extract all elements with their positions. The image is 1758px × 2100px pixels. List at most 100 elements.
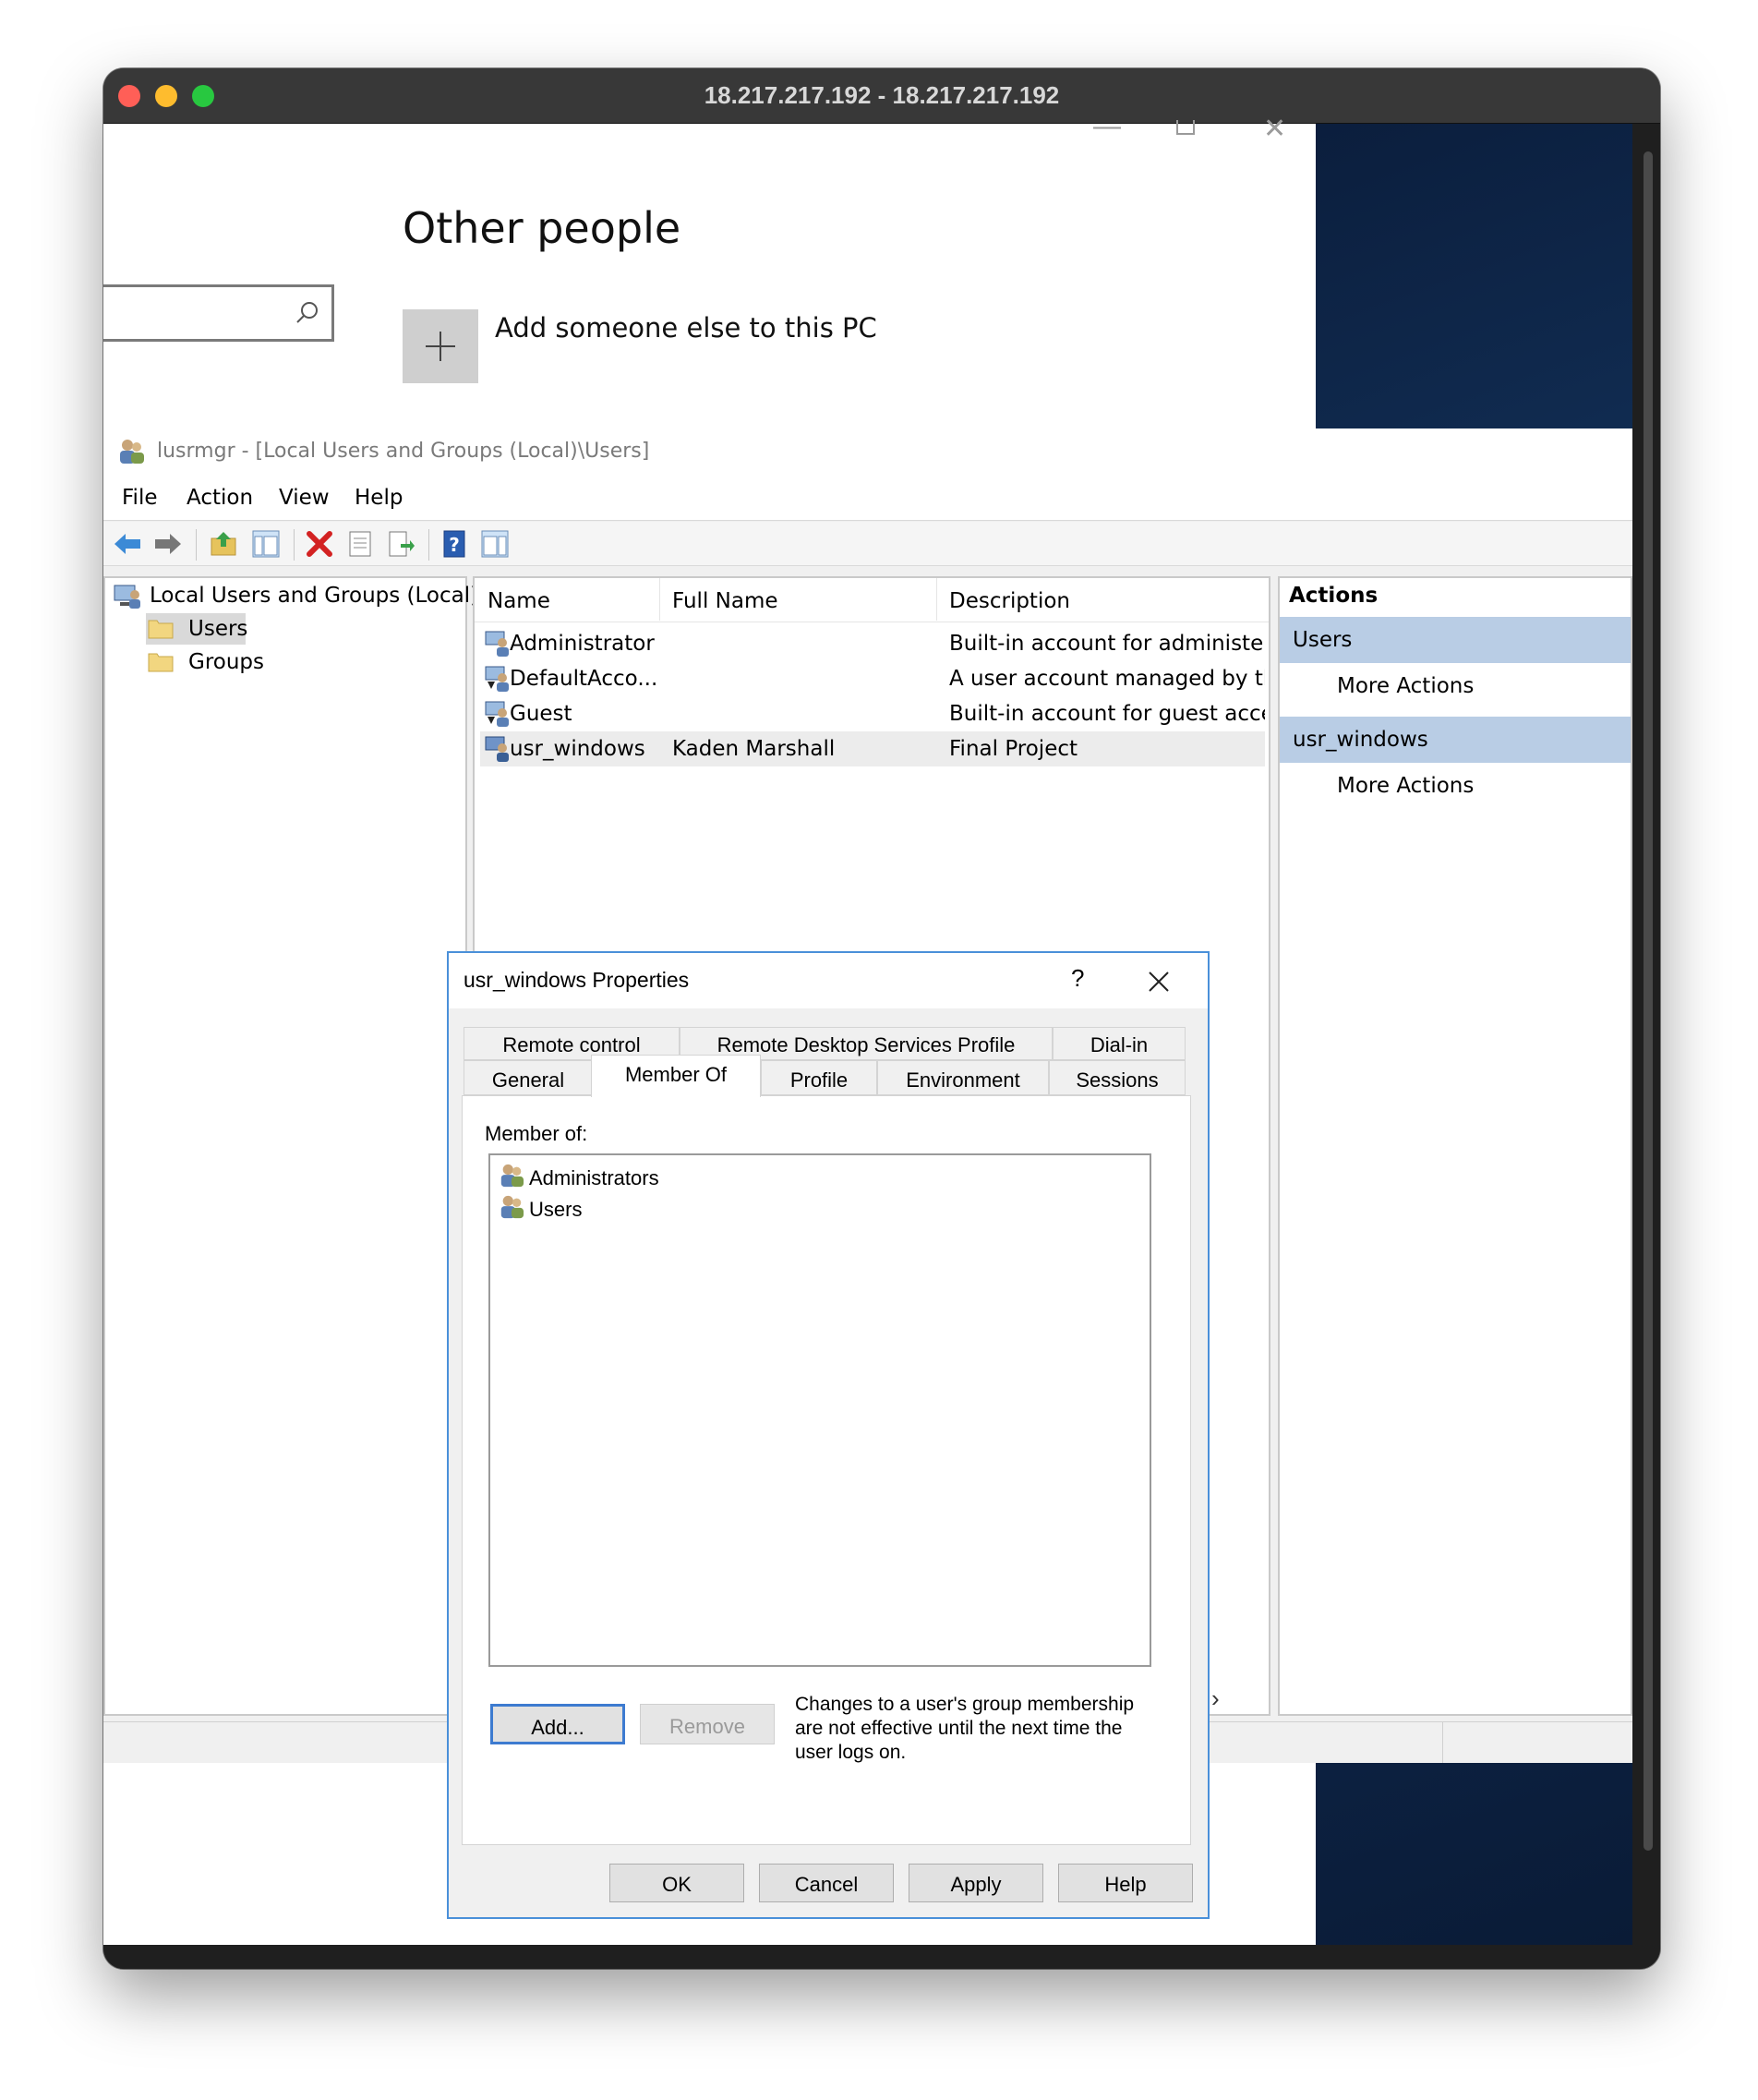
actions-group-title: usr_windows <box>1293 728 1428 752</box>
help-button[interactable]: Help <box>1058 1864 1193 1902</box>
tree-item-groups[interactable]: Groups <box>188 650 264 674</box>
group-icon <box>500 1164 524 1188</box>
menu-action[interactable]: Action <box>187 486 253 510</box>
table-row[interactable]: DefaultAcco... A user account managed by… <box>480 661 1265 696</box>
show-hide-action-pane-icon[interactable] <box>480 529 510 559</box>
row-description: A user account managed by the <box>949 667 1265 691</box>
menu-help[interactable]: Help <box>355 486 403 510</box>
tab-dial-in[interactable]: Dial-in <box>1053 1027 1186 1060</box>
tree-pane: Local Users and Groups (Local) Users Gro… <box>103 576 478 1716</box>
back-arrow-icon[interactable] <box>113 529 142 559</box>
group-icon <box>500 1195 524 1219</box>
table-row[interactable]: Guest Built-in account for guest access <box>480 696 1265 731</box>
row-name: Administrator <box>510 632 655 656</box>
dialog-close-icon[interactable] <box>1147 970 1171 994</box>
table-row[interactable]: Administrator Built-in account for admin… <box>480 626 1265 661</box>
row-name: DefaultAcco... <box>510 667 658 691</box>
lusrmgr-titlebar: lusrmgr - [Local Users and Groups (Local… <box>103 428 1632 475</box>
actions-group-title: Users <box>1293 628 1353 652</box>
note-line: user logs on. <box>795 1742 907 1763</box>
vertical-scrollbar[interactable] <box>1644 151 1653 1851</box>
folder-icon <box>148 620 174 639</box>
more-actions-link[interactable]: More Actions <box>1337 674 1474 698</box>
group-list[interactable]: Administrators Users <box>488 1153 1151 1667</box>
help-icon[interactable]: ? <box>440 529 469 559</box>
lusrmgr-title: lusrmgr - [Local Users and Groups (Local… <box>157 440 650 463</box>
table-row-selected[interactable]: usr_windows Kaden Marshall Final Project <box>480 731 1265 766</box>
toolbar-separator <box>196 529 197 561</box>
apply-button[interactable]: Apply <box>909 1864 1043 1902</box>
show-hide-tree-icon[interactable] <box>251 529 281 559</box>
scroll-right-icon[interactable]: › <box>1211 1684 1220 1713</box>
search-icon <box>296 302 318 323</box>
row-description: Built-in account for administerin <box>949 632 1265 656</box>
tab-member-of[interactable]: Member Of <box>591 1055 761 1097</box>
tab-sessions[interactable]: Sessions <box>1049 1060 1186 1095</box>
list-item[interactable]: Users <box>498 1194 867 1222</box>
row-name: usr_windows <box>510 737 645 761</box>
tab-environment[interactable]: Environment <box>877 1060 1049 1095</box>
mac-titlebar: 18.217.217.192 - 18.217.217.192 <box>103 68 1660 124</box>
add-user-button[interactable] <box>403 309 478 383</box>
row-description: Final Project <box>949 737 1078 761</box>
toolbar-separator <box>294 529 295 561</box>
ok-button[interactable]: OK <box>609 1864 744 1902</box>
toolbar-separator <box>428 529 429 561</box>
actions-pane: Actions Users More Actions usr_windows M… <box>1278 576 1632 1716</box>
remote-desktop-window: 18.217.217.192 - 18.217.217.192 — ✕ Othe… <box>103 68 1660 1969</box>
column-header-name[interactable]: Name <box>488 589 550 613</box>
tree-root[interactable]: Local Users and Groups (Local) <box>150 584 478 608</box>
section-title: Other people <box>403 203 681 253</box>
list-item[interactable]: Administrators <box>498 1163 867 1190</box>
menu-view[interactable]: View <box>279 486 330 510</box>
disabled-user-icon <box>485 701 509 727</box>
maximize-icon[interactable] <box>1176 120 1195 135</box>
remote-desktop-area: — ✕ Other people Add someone else to thi… <box>103 111 1660 1969</box>
help-question-button[interactable]: ? <box>1071 964 1084 993</box>
close-icon[interactable]: ✕ <box>1263 113 1286 145</box>
forward-arrow-icon[interactable] <box>153 529 183 559</box>
more-actions-link[interactable]: More Actions <box>1337 774 1474 798</box>
minimize-icon[interactable]: — <box>1093 111 1121 142</box>
column-header-full-name[interactable]: Full Name <box>672 589 778 613</box>
settings-search-input[interactable] <box>103 284 334 342</box>
note-line: Changes to a user's group membership <box>795 1694 1135 1715</box>
add-someone-link[interactable]: Add someone else to this PC <box>495 312 877 344</box>
menu-bar: File Action View Help <box>103 475 1632 521</box>
membership-note: Changes to a user's group membership are… <box>795 1693 1134 1765</box>
row-name: Guest <box>510 702 572 726</box>
toolbar: ? <box>103 522 1632 566</box>
tree-item-users[interactable]: Users <box>188 617 247 641</box>
dialog-titlebar: usr_windows Properties ? <box>449 953 1208 1008</box>
plus-icon <box>426 332 455 361</box>
group-name: Administrators <box>529 1166 659 1189</box>
user-icon <box>485 736 509 762</box>
tab-general[interactable]: General <box>464 1060 593 1095</box>
disabled-user-icon <box>485 666 509 692</box>
window-title: 18.217.217.192 - 18.217.217.192 <box>704 81 1060 109</box>
delete-icon[interactable] <box>305 529 334 559</box>
users-group-icon <box>120 440 144 464</box>
properties-icon[interactable] <box>345 529 375 559</box>
dialog-title: usr_windows Properties <box>464 968 690 992</box>
tab-profile[interactable]: Profile <box>761 1060 877 1095</box>
up-folder-icon[interactable] <box>209 529 238 559</box>
add-button[interactable]: Add... <box>490 1704 625 1744</box>
menu-file[interactable]: File <box>122 486 158 510</box>
actions-group-users[interactable]: Users <box>1280 617 1631 663</box>
column-header-description[interactable]: Description <box>949 589 1070 613</box>
remove-button[interactable]: Remove <box>640 1704 775 1744</box>
folder-icon <box>148 653 174 672</box>
computer-users-icon <box>114 585 140 609</box>
group-name: Users <box>529 1198 583 1221</box>
properties-dialog: usr_windows Properties ? Remote control … <box>447 951 1210 1919</box>
member-of-label: Member of: <box>485 1122 588 1145</box>
export-list-icon[interactable] <box>386 529 415 559</box>
list-header: Name Full Name Description <box>475 578 1269 622</box>
user-icon <box>485 631 509 657</box>
member-of-panel: Member of: Administrators Users Add... R… <box>462 1095 1191 1845</box>
cancel-button[interactable]: Cancel <box>759 1864 894 1902</box>
row-full-name: Kaden Marshall <box>672 737 836 761</box>
actions-group-usr-windows[interactable]: usr_windows <box>1280 717 1631 763</box>
svg-text:?: ? <box>449 534 460 556</box>
